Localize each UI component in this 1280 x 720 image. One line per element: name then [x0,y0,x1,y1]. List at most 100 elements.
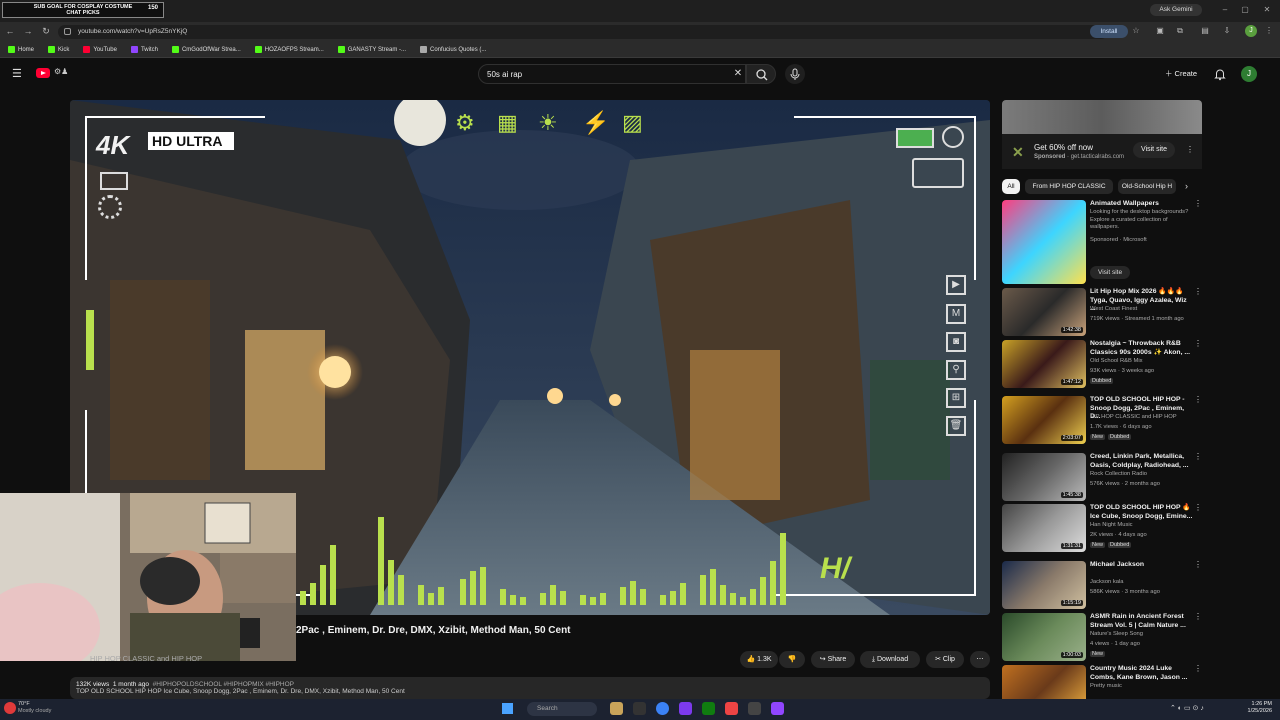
maximize-icon[interactable]: ▢ [1238,4,1252,16]
channel-name[interactable]: HIP HOP CLASSIC and HIP HOP [90,654,202,663]
bookmark-item[interactable]: CmGodOfWar Strea... [171,46,241,53]
youtube-logo-icon[interactable] [36,68,50,78]
more-options-icon[interactable]: ⋮ [1194,340,1202,348]
bookmark-item[interactable]: Kick [48,46,69,53]
video-thumbnail[interactable] [1002,200,1086,284]
app-icon-4[interactable] [679,702,692,715]
voice-search-button[interactable] [785,64,805,84]
like-button[interactable]: 👍 1.3K [740,651,778,668]
windows-start-icon[interactable] [502,703,513,714]
video-thumbnail[interactable]: 1:31:31 [1002,504,1086,552]
xbox-icon[interactable] [702,702,715,715]
search-input[interactable]: 50s ai rap [478,64,746,84]
puzzle-icon[interactable]: ⧉ [1175,26,1185,36]
recommendation-channel[interactable]: Sponsored · Microsoft [1090,237,1147,243]
install-app-button[interactable]: Install [1090,25,1128,38]
more-options-icon[interactable]: ⋮ [1194,561,1202,569]
recommendation-title[interactable]: TOP OLD SCHOOL HIP HOP 🔥 Ice Cube, Snoop… [1090,504,1194,521]
video-thumbnail[interactable]: 1:45:38 [1002,453,1086,501]
bookmark-item[interactable]: Confucius Quotes (... [420,46,486,53]
sponsored-recommendation[interactable]: Animated Wallpapers Looking for the deskt… [1002,200,1202,284]
site-info-icon[interactable] [64,28,71,35]
minimize-icon[interactable]: – [1218,4,1232,16]
browser-profile-avatar[interactable]: J [1245,25,1257,37]
chevron-right-icon[interactable]: › [1185,181,1188,191]
clip-button[interactable]: ✂ Clip [926,651,964,668]
doodle-icon[interactable]: ⚙♟ [54,67,68,76]
weather-widget[interactable]: 70°F Mostly cloudy [18,701,51,714]
back-icon[interactable]: ← [4,25,16,37]
recommendation-item[interactable]: 2:03:07 TOP OLD SCHOOL HIP HOP - Snoop Do… [1002,396,1202,446]
forward-icon[interactable]: → [22,25,34,37]
dislike-button[interactable]: 👎 [779,651,805,668]
recommendation-item[interactable]: 1:47:12 Nostalgia ~ Throwback R&B Classic… [1002,340,1202,390]
video-thumbnail[interactable]: 1:47:12 [1002,340,1086,388]
more-options-icon[interactable]: ⋮ [1194,200,1202,208]
recommendation-title[interactable]: Country Music 2024 Luke Combs, Kane Brow… [1090,665,1194,682]
video-thumbnail[interactable]: 1:15:19 [1002,561,1086,609]
visit-site-button[interactable]: Visit site [1090,266,1131,279]
ad-visit-site-button[interactable]: Visit site [1133,142,1175,158]
chip-from-channel[interactable]: From HIP HOP CLASSIC [1025,179,1113,194]
recommendation-item[interactable]: 1:15:19 Michael Jackson Jackson kala 586K v… [1002,561,1202,611]
browser-menu-icon[interactable]: ⋮ [1264,26,1274,36]
chip-old-school[interactable]: Old-School Hip H [1118,179,1176,194]
recommendation-item[interactable]: 1:45:38 Creed, Linkin Park, Metallica, Oa… [1002,453,1202,503]
chip-all[interactable]: All [1002,179,1020,194]
more-options-icon[interactable]: ⋮ [1194,665,1202,673]
more-options-icon[interactable]: ⋮ [1194,613,1202,621]
ask-gemini-button[interactable]: Ask Gemini [1150,4,1202,16]
app-icon-6[interactable] [725,702,738,715]
download-icon[interactable]: ⇩ [1222,26,1232,36]
recommendation-channel[interactable]: Han Night Music [1090,522,1133,528]
download-button[interactable]: ⤓ Download [860,651,920,668]
hamburger-menu-icon[interactable]: ☰ [12,68,24,80]
more-options-icon[interactable]: ⋮ [1194,504,1202,512]
recommendation-title[interactable]: Creed, Linkin Park, Metallica, Oasis, Co… [1090,453,1194,470]
reload-icon[interactable]: ↻ [40,25,52,37]
share-button[interactable]: ↪ Share [811,651,855,668]
hashtags[interactable]: #HIPHOPOLDSCHOOL #HIPHOPMIX #HIPHOP [153,681,294,688]
video-thumbnail[interactable]: 1:00:03 [1002,613,1086,661]
twitch-app-icon[interactable] [771,702,784,715]
app-icon-2[interactable] [633,702,646,715]
app-icon-1[interactable] [610,702,623,715]
more-options-icon[interactable]: ⋮ [1194,288,1202,296]
clear-search-icon[interactable]: ✕ [732,68,744,80]
extension-icon[interactable]: ▣ [1155,26,1165,36]
address-bar[interactable]: youtube.com/watch?v=UpRsZ5nYKjQ [58,25,1108,39]
system-tray-icons[interactable]: ⌃ ◐ ▭ ⊙ ♪ [1170,704,1204,712]
bookmark-item[interactable]: GANASTY Stream -... [337,46,406,53]
recommendation-channel[interactable]: Nature's Sleep Song [1090,631,1143,637]
close-window-icon[interactable]: ✕ [1260,4,1274,16]
notifications-bell-icon[interactable] [1213,67,1227,81]
recommendation-channel[interactable]: HIP HOP CLASSIC and HIP HOP [1090,414,1177,420]
ad-banner-image[interactable] [1002,100,1202,134]
description-box[interactable]: 132K views 1 month ago #HIPHOPOLDSCHOOL … [70,677,990,699]
more-options-icon[interactable]: ⋮ [1194,453,1202,461]
app-icon-7[interactable] [748,702,761,715]
search-button[interactable] [746,64,776,84]
recommendation-channel[interactable]: Old School R&B Mix [1090,358,1143,364]
bookmark-item[interactable]: Twitch [130,46,158,53]
taskbar-clock[interactable]: 1:26 PM 1/25/2026 [1236,701,1272,714]
video-thumbnail[interactable]: 1:42:38 [1002,288,1086,336]
recommendation-channel[interactable]: Rock Collection Radio [1090,471,1147,477]
more-options-icon[interactable]: ⋮ [1194,396,1202,404]
recommendation-title[interactable]: Nostalgia ~ Throwback R&B Classics 90s 2… [1090,340,1194,357]
sidebar-icon[interactable]: ▤ [1200,26,1210,36]
video-thumbnail[interactable]: 2:03:07 [1002,396,1086,444]
recommendation-item[interactable]: 1:00:03 ASMR Rain in Ancient Forest Strea… [1002,613,1202,663]
create-button[interactable]: ＋ Create [1160,64,1202,84]
ad-more-icon[interactable]: ⋮ [1186,145,1194,154]
chrome-icon[interactable] [656,702,669,715]
recommendation-channel[interactable]: Jackson kala [1090,579,1124,585]
recommendation-channel[interactable]: West Coast Finest [1090,306,1137,312]
recommendation-title[interactable]: ASMR Rain in Ancient Forest Stream Vol. … [1090,613,1194,630]
bookmark-item[interactable]: Home [8,46,34,53]
account-avatar[interactable]: J [1241,66,1257,82]
bookmark-star-icon[interactable]: ☆ [1131,26,1141,36]
recommendation-title[interactable]: Michael Jackson [1090,561,1194,570]
more-actions-button[interactable]: ⋯ [970,651,990,668]
recommendation-item[interactable]: 1:31:31 TOP OLD SCHOOL HIP HOP 🔥 Ice Cube… [1002,504,1202,554]
